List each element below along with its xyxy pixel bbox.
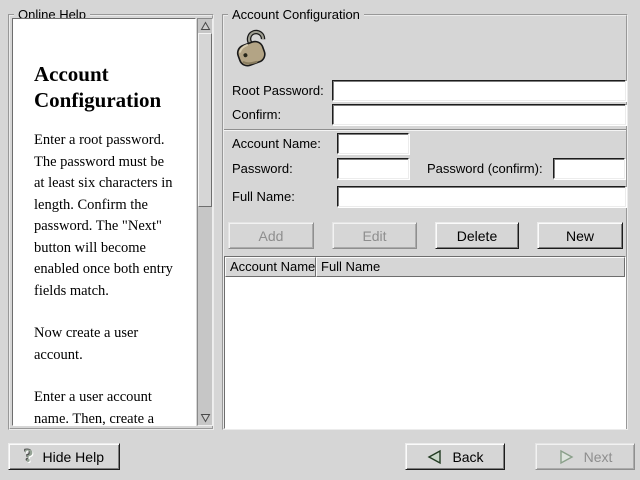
- help-paragraph: Now create a user account.: [34, 323, 191, 366]
- add-button[interactable]: Add: [228, 222, 314, 249]
- user-password-input[interactable]: [337, 158, 409, 179]
- next-button[interactable]: Next: [535, 443, 635, 470]
- help-text-view: Account Configuration Enter a root passw…: [12, 18, 196, 426]
- back-arrow-icon: [426, 449, 443, 465]
- root-password-label: Root Password:: [232, 83, 324, 99]
- account-configuration-panel: Account Configuration Root Password: Con…: [222, 14, 628, 430]
- full-name-label: Full Name:: [232, 189, 295, 205]
- user-accounts-table[interactable]: Account Name Full Name: [224, 256, 626, 429]
- table-header-row: Account Name Full Name: [225, 257, 625, 277]
- confirm-password-input[interactable]: [332, 104, 626, 125]
- account-name-input[interactable]: [337, 133, 409, 154]
- full-name-input[interactable]: [337, 186, 626, 207]
- next-arrow-icon: [558, 449, 575, 465]
- help-content: Account Configuration Enter a root passw…: [13, 19, 195, 426]
- question-mark-icon: ?: [24, 447, 34, 466]
- account-name-label: Account Name:: [232, 136, 321, 152]
- user-password-confirm-input[interactable]: [553, 158, 625, 179]
- help-scrollbar[interactable]: [197, 18, 213, 426]
- scrollbar-thumb[interactable]: [198, 33, 212, 207]
- new-button[interactable]: New: [537, 222, 623, 249]
- confirm-password-label: Confirm:: [232, 107, 281, 123]
- scroll-up-icon[interactable]: [198, 19, 212, 33]
- user-password-confirm-label: Password (confirm):: [427, 161, 543, 177]
- root-password-input[interactable]: [332, 80, 626, 101]
- account-frame-label: Account Configuration: [228, 7, 364, 22]
- user-password-label: Password:: [232, 161, 293, 177]
- next-label: Next: [584, 449, 613, 465]
- online-help-panel: Online Help Account Configuration Enter …: [8, 14, 214, 430]
- column-header-full-name[interactable]: Full Name: [316, 257, 625, 277]
- help-paragraph: Enter a root password. The password must…: [34, 130, 191, 302]
- hide-help-button[interactable]: ? Hide Help: [8, 443, 120, 470]
- edit-button[interactable]: Edit: [332, 222, 417, 249]
- help-title: Account Configuration: [34, 61, 191, 113]
- installer-window: Online Help Account Configuration Enter …: [0, 0, 640, 480]
- delete-button[interactable]: Delete: [435, 222, 519, 249]
- table-body[interactable]: [225, 277, 625, 428]
- scroll-down-icon[interactable]: [198, 411, 212, 425]
- back-label: Back: [452, 449, 483, 465]
- back-button[interactable]: Back: [405, 443, 505, 470]
- hide-help-label: Hide Help: [43, 449, 104, 465]
- column-header-account-name[interactable]: Account Name: [225, 257, 316, 277]
- padlock-icon: [230, 28, 272, 73]
- section-separator: [224, 129, 626, 131]
- help-paragraph: Enter a user account name. Then, create …: [34, 387, 191, 426]
